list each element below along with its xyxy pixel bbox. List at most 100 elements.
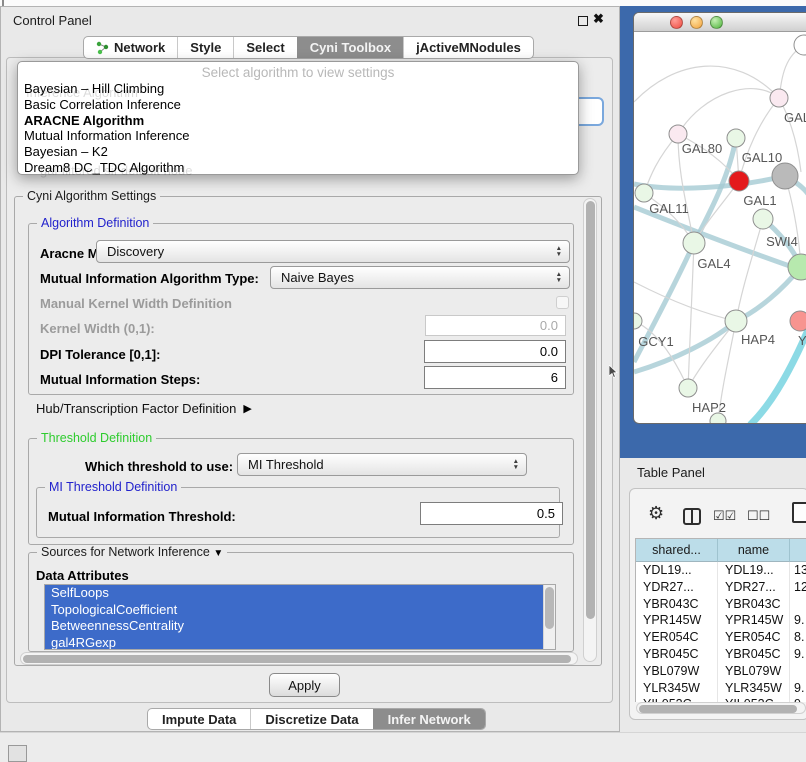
network-view-window[interactable]: GALGAL80GAL10GAL1GAL11SWI4GAL4GCY1HAP4YH…: [633, 12, 806, 424]
node-gal4[interactable]: [683, 232, 705, 254]
algorithm-option-dream8-dc-tdc-algorithm[interactable]: Dream8 DC_TDC Algorithm: [18, 160, 578, 176]
node-gal1[interactable]: [729, 171, 749, 191]
tab-network[interactable]: Network: [84, 37, 177, 58]
app-screen: Control Panel ✖ NetworkStyleSelectCyni T…: [0, 0, 806, 762]
node-label-gal11: GAL11: [649, 201, 689, 216]
data-attributes-listbox: SelfLoopsTopologicalCoefficientBetweenne…: [44, 584, 556, 650]
mi-steps-field[interactable]: 6: [424, 366, 566, 389]
close-traffic-light-icon[interactable]: [670, 16, 683, 29]
tab-jactivemnodules[interactable]: jActiveMNodules: [403, 37, 533, 58]
settings-vertical-scrollbar[interactable]: [583, 198, 597, 662]
new-table-icon[interactable]: [792, 502, 806, 523]
algorithm-option-mutual-information-inference[interactable]: Mutual Information Inference: [18, 128, 578, 144]
table-cell: YDR27...: [636, 579, 718, 596]
network-edge[interactable]: [688, 243, 694, 388]
table-row[interactable]: YPR145WYPR145W9.: [636, 612, 806, 629]
float-window-icon[interactable]: [578, 16, 588, 26]
node-label-hap2: HAP2: [692, 400, 726, 415]
node-gal10[interactable]: [727, 129, 745, 147]
attribute-list-scrollbar[interactable]: [543, 585, 555, 649]
network-edge[interactable]: [634, 66, 779, 102]
stepper-icon: ▲▼: [556, 246, 562, 257]
network-canvas[interactable]: GALGAL80GAL10GAL1GAL11SWI4GAL4GCY1HAP4YH…: [634, 32, 806, 424]
mi-threshold-field[interactable]: 0.5: [420, 502, 563, 525]
column-header-shared[interactable]: shared...: [636, 539, 718, 562]
dropdown-prompt: Select algorithm to view settings: [18, 65, 578, 80]
mini-panel-icon[interactable]: [8, 745, 27, 762]
settings-horizontal-scrollbar[interactable]: [20, 652, 578, 665]
split-columns-icon[interactable]: [683, 508, 701, 525]
data-attributes-label: Data Attributes: [36, 568, 129, 583]
table-row[interactable]: YBR043CYBR043C: [636, 596, 806, 613]
tab-impute-data[interactable]: Impute Data: [148, 709, 250, 729]
algorithm-option-bayesian-k2[interactable]: Bayesian – K2: [18, 144, 578, 160]
table-row[interactable]: YBR045CYBR045C9.: [636, 646, 806, 663]
tab-style[interactable]: Style: [177, 37, 233, 58]
tab-discretize-data[interactable]: Discretize Data: [250, 709, 372, 729]
table-row[interactable]: YLR345WYLR345W9.: [636, 680, 806, 697]
node-y[interactable]: [790, 311, 806, 331]
table-row[interactable]: YDR27...YDR27...12: [636, 579, 806, 596]
network-edge[interactable]: [634, 282, 736, 321]
dpi-tolerance-field[interactable]: 0.0: [424, 340, 566, 363]
minimize-traffic-light-icon[interactable]: [690, 16, 703, 29]
kernel-width-label: Kernel Width (0,1):: [40, 321, 155, 336]
node[interactable]: [772, 163, 798, 189]
node-gcy1[interactable]: [634, 313, 642, 329]
threshold-definition-title: Threshold Definition: [37, 431, 156, 445]
mi-type-select[interactable]: Naive Bayes ▲▼: [270, 266, 570, 289]
column-header-3[interactable]: [790, 539, 806, 562]
deselect-all-checkboxes-icon[interactable]: ☐☐: [747, 509, 770, 522]
node[interactable]: [753, 209, 773, 229]
table-row[interactable]: YBL079WYBL079W: [636, 663, 806, 680]
algorithm-option-basic-correlation-inference[interactable]: Basic Correlation Inference: [18, 97, 578, 113]
apply-button[interactable]: Apply: [269, 673, 340, 697]
mi-threshold-group-title: MI Threshold Definition: [45, 480, 181, 494]
tab-cyni-toolbox[interactable]: Cyni Toolbox: [297, 37, 403, 58]
hub-definition-toggle[interactable]: Hub/Transcription Factor Definition ▶: [36, 401, 252, 416]
attribute-gal4rgexp[interactable]: gal4RGexp: [45, 635, 543, 651]
close-icon[interactable]: ✖: [593, 11, 604, 27]
manual-kernel-checkbox[interactable]: [556, 296, 569, 309]
network-edge[interactable]: [634, 176, 785, 188]
table-cell: YDL19...: [718, 562, 790, 579]
algorithm-option-bayesian-hill-climbing[interactable]: Bayesian – Hill Climbing: [18, 81, 578, 97]
which-threshold-value: MI Threshold: [248, 457, 324, 472]
tab-infer-network[interactable]: Infer Network: [373, 709, 485, 729]
settings-gear-icon[interactable]: ⚙: [648, 504, 664, 522]
bottom-strip: [0, 732, 806, 762]
network-window-titlebar[interactable]: [634, 13, 806, 32]
node-gal11[interactable]: [635, 184, 653, 202]
expand-right-icon: ▶: [243, 402, 251, 415]
mouse-cursor: [609, 365, 619, 379]
which-threshold-select[interactable]: MI Threshold ▲▼: [237, 453, 527, 476]
table-toolbar: ⚙ ☑☑ ☐☐: [629, 488, 806, 534]
aracne-mode-select[interactable]: Discovery ▲▼: [96, 240, 570, 263]
table-cell: YBR045C: [636, 646, 718, 663]
attribute-selfloops[interactable]: SelfLoops: [45, 585, 543, 602]
tab-label: Discretize Data: [265, 712, 358, 727]
cyni-settings-group-title: Cyni Algorithm Settings: [23, 189, 160, 203]
select-all-checkboxes-icon[interactable]: ☑☑: [713, 509, 736, 522]
kernel-width-field[interactable]: 0.0: [425, 315, 566, 336]
zoom-traffic-light-icon[interactable]: [710, 16, 723, 29]
table-row[interactable]: YER054CYER054C8.: [636, 629, 806, 646]
node-hap4[interactable]: [725, 310, 747, 332]
network-edge[interactable]: [678, 89, 779, 134]
table-row[interactable]: YDL19...YDL19...13: [636, 562, 806, 579]
attribute-betweennesscentrality[interactable]: BetweennessCentrality: [45, 618, 543, 635]
column-header-name[interactable]: name: [718, 539, 790, 562]
top-tab-bar: NetworkStyleSelect Cyni Toolbox jActiveMNo…: [83, 36, 534, 59]
table-cell: YLR345W: [636, 680, 718, 697]
tab-label: Cyni Toolbox: [310, 40, 391, 55]
node-hap2[interactable]: [679, 379, 697, 397]
collapse-down-icon: ▼: [213, 548, 223, 559]
table-cell: 9.: [790, 680, 806, 697]
tab-select[interactable]: Select: [233, 37, 296, 58]
node-gal[interactable]: [770, 89, 788, 107]
table-horizontal-scrollbar[interactable]: [636, 702, 806, 714]
sources-group-title[interactable]: Sources for Network Inference ▼: [37, 545, 227, 559]
table-cell: YDL19...: [636, 562, 718, 579]
algorithm-option-aracne-algorithm[interactable]: ARACNE Algorithm: [18, 113, 578, 129]
attribute-topologicalcoefficient[interactable]: TopologicalCoefficient: [45, 602, 543, 619]
